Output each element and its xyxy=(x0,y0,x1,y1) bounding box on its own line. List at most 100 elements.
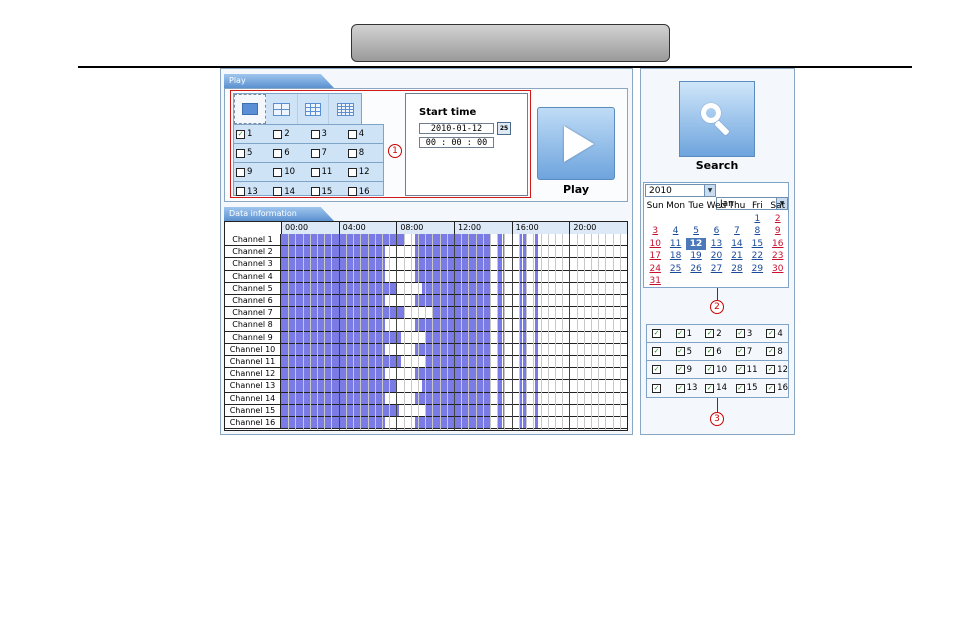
channel-checkbox-item[interactable]: ✓ xyxy=(647,365,671,374)
calendar-day[interactable]: 3 xyxy=(645,225,665,238)
channel-checkbox-item[interactable]: ✓ 4 xyxy=(761,329,788,339)
calendar-day[interactable]: 12 xyxy=(685,237,707,250)
calendar-day[interactable]: 8 xyxy=(747,225,767,238)
channel-checkbox-item[interactable]: 13 xyxy=(234,187,271,197)
channel-checkbox-item[interactable]: ✓ xyxy=(647,347,671,356)
checkbox-icon[interactable] xyxy=(310,129,320,139)
channel-checkbox-item[interactable]: ✓ xyxy=(647,329,671,338)
start-time-input[interactable]: 00 : 00 : 00 xyxy=(419,137,494,148)
checkbox-icon[interactable] xyxy=(273,167,283,177)
channel-checkbox-item[interactable]: ✓ 12 xyxy=(761,365,788,375)
channel-checkbox-item[interactable]: ✓ 13 xyxy=(671,383,701,393)
checkbox-checked-icon[interactable]: ✓ xyxy=(652,347,661,356)
checkbox-icon[interactable] xyxy=(347,129,357,139)
calendar-day[interactable]: 14 xyxy=(727,238,747,251)
calendar-day[interactable]: 28 xyxy=(727,263,747,276)
channel-checkbox-item[interactable]: ✓ 6 xyxy=(700,347,731,357)
quad-view-button[interactable] xyxy=(266,94,298,124)
checkbox-checked-icon[interactable]: ✓ xyxy=(735,365,745,374)
channel-checkbox-item[interactable]: 12 xyxy=(346,167,383,177)
calendar-day[interactable]: 31 xyxy=(645,275,665,288)
channel-checkbox-item[interactable]: 4 xyxy=(346,129,383,139)
year-select[interactable]: 2010 ▼ xyxy=(645,184,716,197)
channel-checkbox-item[interactable]: ✓ 9 xyxy=(671,365,701,375)
channel-checkbox-item[interactable]: ✓ 11 xyxy=(731,365,762,375)
sixteen-view-button[interactable] xyxy=(329,94,361,124)
calendar-icon[interactable]: 25 xyxy=(497,122,511,135)
nine-view-button[interactable] xyxy=(298,94,330,124)
calendar-day[interactable]: 20 xyxy=(706,250,726,263)
checkbox-icon[interactable] xyxy=(310,148,320,158)
checkbox-checked-icon[interactable]: ✓ xyxy=(705,347,715,356)
channel-checkbox-item[interactable]: ✓ 16 xyxy=(761,383,788,393)
calendar-day[interactable]: 24 xyxy=(645,263,665,276)
calendar-day[interactable]: 2 xyxy=(768,213,788,226)
calendar-day[interactable]: 11 xyxy=(665,238,685,251)
channel-checkbox-item[interactable]: ✓ 5 xyxy=(671,347,701,357)
checkbox-icon[interactable] xyxy=(310,187,320,196)
calendar-day[interactable]: 6 xyxy=(706,225,726,238)
channel-checkbox-item[interactable]: ✓ 2 xyxy=(700,329,731,339)
channel-checkbox-item[interactable]: ✓ 8 xyxy=(761,347,788,357)
checkbox-icon[interactable] xyxy=(310,167,320,177)
single-view-button[interactable] xyxy=(234,94,266,124)
channel-checkbox-item[interactable]: ✓ 10 xyxy=(700,365,731,375)
checkbox-icon[interactable] xyxy=(236,187,245,196)
calendar-day[interactable]: 5 xyxy=(686,225,706,238)
checkbox-checked-icon[interactable]: ✓ xyxy=(705,365,715,374)
channel-checkbox-item[interactable]: ✓ xyxy=(647,383,671,393)
calendar-day[interactable]: 15 xyxy=(747,238,767,251)
checkbox-checked-icon[interactable]: ✓ xyxy=(652,329,661,338)
checkbox-icon[interactable] xyxy=(273,129,283,139)
calendar-day[interactable]: 21 xyxy=(727,250,747,263)
calendar-day[interactable]: 26 xyxy=(686,263,706,276)
calendar-day[interactable]: 27 xyxy=(706,263,726,276)
checkbox-icon[interactable] xyxy=(347,187,357,196)
checkbox-checked-icon[interactable]: ✓ xyxy=(675,383,685,393)
checkbox-icon[interactable] xyxy=(236,167,245,177)
channel-checkbox-item[interactable]: 16 xyxy=(346,187,383,197)
channel-checkbox-item[interactable]: ✓ 14 xyxy=(700,383,731,393)
checkbox-checked-icon[interactable]: ✓ xyxy=(705,329,715,338)
checkbox-checked-icon[interactable]: ✓ xyxy=(675,347,685,356)
channel-checkbox-item[interactable]: 5 xyxy=(234,148,271,158)
start-date-input[interactable]: 2010-01-12 xyxy=(419,123,494,134)
checkbox-checked-icon[interactable]: ✓ xyxy=(236,129,245,139)
checkbox-checked-icon[interactable]: ✓ xyxy=(766,383,776,393)
checkbox-checked-icon[interactable]: ✓ xyxy=(735,347,745,356)
calendar-day[interactable]: 17 xyxy=(645,250,665,263)
checkbox-checked-icon[interactable]: ✓ xyxy=(766,329,776,338)
channel-checkbox-item[interactable]: ✓ 1 xyxy=(671,329,701,339)
checkbox-checked-icon[interactable]: ✓ xyxy=(675,365,685,374)
channel-checkbox-item[interactable]: 3 xyxy=(309,129,346,139)
calendar-day[interactable]: 19 xyxy=(686,250,706,263)
channel-checkbox-item[interactable]: 9 xyxy=(234,167,271,177)
checkbox-icon[interactable] xyxy=(273,148,283,158)
channel-checkbox-item[interactable]: 8 xyxy=(346,148,383,158)
channel-checkbox-item[interactable]: 14 xyxy=(271,187,308,197)
calendar-day[interactable]: 22 xyxy=(747,250,767,263)
channel-checkbox-item[interactable]: 7 xyxy=(309,148,346,158)
calendar-day[interactable]: 30 xyxy=(768,263,788,276)
calendar-day[interactable]: 7 xyxy=(727,225,747,238)
channel-checkbox-item[interactable]: ✓ 1 xyxy=(234,129,271,139)
calendar-day[interactable]: 13 xyxy=(706,238,726,251)
play-button[interactable] xyxy=(537,107,615,180)
calendar-day[interactable]: 9 xyxy=(768,225,788,238)
channel-checkbox-item[interactable]: 6 xyxy=(271,148,308,158)
calendar-day[interactable]: 4 xyxy=(665,225,685,238)
channel-checkbox-item[interactable]: ✓ 15 xyxy=(731,383,762,393)
recording-timeline[interactable]: 00:00 04:00 08:00 12:00 16:00 20:00 Channel 1C… xyxy=(224,221,628,431)
channel-checkbox-item[interactable]: ✓ 3 xyxy=(731,329,762,339)
channel-checkbox-item[interactable]: ✓ 7 xyxy=(731,347,762,357)
calendar-day[interactable]: 1 xyxy=(747,213,767,226)
calendar-day[interactable]: 29 xyxy=(747,263,767,276)
search-button[interactable] xyxy=(679,81,755,157)
channel-checkbox-item[interactable]: 11 xyxy=(309,167,346,177)
calendar-day[interactable]: 10 xyxy=(645,238,665,251)
calendar-day[interactable]: 18 xyxy=(665,250,685,263)
calendar-day[interactable]: 16 xyxy=(768,238,788,251)
checkbox-checked-icon[interactable]: ✓ xyxy=(735,329,745,338)
checkbox-checked-icon[interactable]: ✓ xyxy=(766,347,776,356)
checkbox-checked-icon[interactable]: ✓ xyxy=(735,383,745,393)
